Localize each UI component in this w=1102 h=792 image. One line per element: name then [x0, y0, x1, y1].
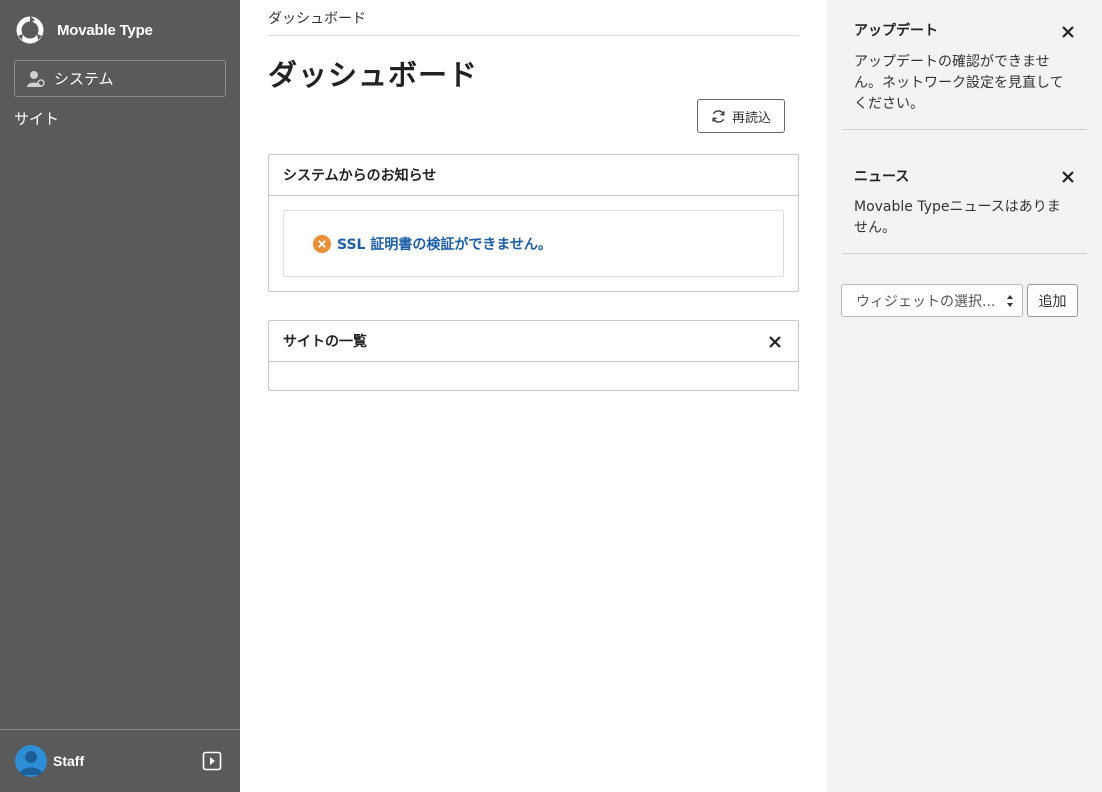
breadcrumb-divider — [268, 35, 799, 36]
panel-header: サイトの一覧 — [269, 321, 798, 362]
panel-title: サイトの一覧 — [283, 334, 367, 350]
sidebar-item-label: システム — [54, 70, 114, 88]
sidebar-item-site[interactable]: サイト — [14, 108, 59, 129]
refresh-icon — [712, 109, 725, 123]
breadcrumb: ダッシュボード — [268, 11, 366, 27]
panel-title: システムからのお知らせ — [269, 155, 798, 196]
brand-name: Movable Type — [57, 21, 153, 39]
widget-divider — [842, 129, 1087, 130]
reload-button[interactable]: 再読込 — [697, 99, 785, 133]
close-icon[interactable] — [1061, 25, 1075, 39]
system-user-icon — [27, 70, 45, 87]
page-title: ダッシュボード — [268, 58, 479, 92]
notice-item: SSL 証明書の検証ができません。 — [283, 210, 784, 277]
close-icon[interactable] — [1061, 170, 1075, 184]
sidebar-item-system[interactable]: システム — [14, 60, 226, 97]
widget-select-value: ウィジェットの選択... — [856, 293, 996, 310]
movable-type-logo-icon — [16, 16, 44, 44]
widget-body: アップデートの確認ができません。ネットワーク設定を見直してください。 — [854, 54, 1064, 112]
sidebar-footer: Staff — [0, 729, 240, 792]
avatar[interactable] — [15, 745, 47, 777]
system-notice-panel: システムからのお知らせ SSL 証明書の検証ができません。 — [268, 154, 799, 292]
widget-divider — [842, 253, 1087, 254]
widget-body: Movable Typeニュースはありません。 — [854, 199, 1061, 236]
sidebar: Movable Type システム サイト Staff — [0, 0, 240, 792]
user-avatar-icon — [15, 745, 47, 777]
reload-button-label: 再読込 — [731, 110, 771, 126]
notice-link[interactable]: SSL 証明書の検証ができません。 — [337, 234, 552, 254]
close-icon[interactable] — [768, 335, 782, 349]
widget-title: ニュース — [854, 169, 910, 185]
add-widget-button[interactable]: 追加 — [1027, 284, 1078, 317]
site-list-panel: サイトの一覧 — [268, 320, 799, 391]
widget-sidebar: アップデート アップデートの確認ができません。ネットワーク設定を見直してください… — [827, 0, 1102, 792]
user-name[interactable]: Staff — [53, 753, 84, 769]
error-icon — [313, 234, 331, 253]
widget-title: アップデート — [854, 23, 938, 39]
select-arrows-icon — [1007, 295, 1013, 307]
brand[interactable]: Movable Type — [14, 14, 153, 46]
widget-select[interactable]: ウィジェットの選択... — [841, 284, 1023, 317]
collapse-sidebar-icon[interactable] — [202, 751, 222, 771]
